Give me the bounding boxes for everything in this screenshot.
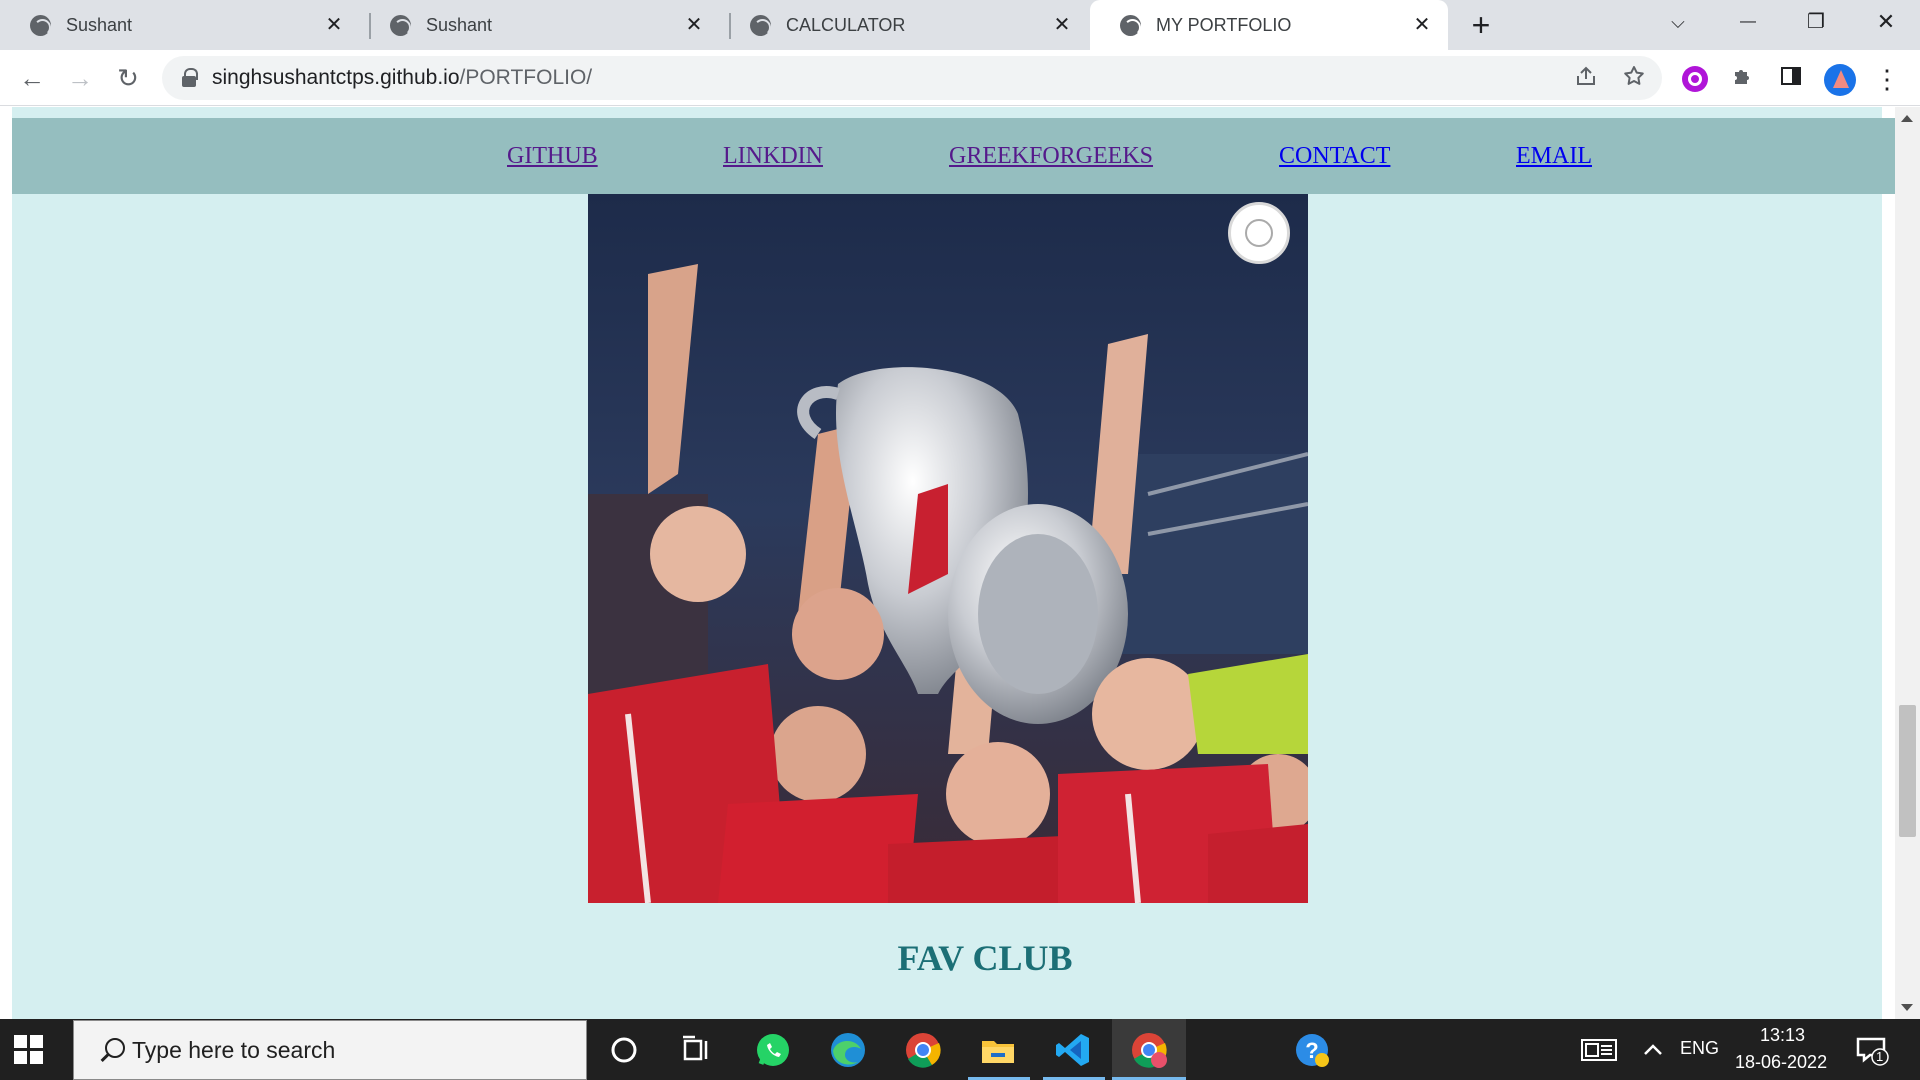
notification-count: 1	[1876, 1049, 1884, 1064]
nav-link-contact[interactable]: CONTACT	[1279, 118, 1390, 194]
search-icon	[96, 1036, 126, 1066]
tab-sushant-1[interactable]: Sushant ✕	[0, 0, 360, 50]
globe-icon	[390, 14, 411, 36]
new-tab-button[interactable]: +	[1464, 8, 1498, 42]
nav-link-greekforgeeks[interactable]: GREEKFORGEEKS	[949, 118, 1153, 194]
back-button[interactable]: ←	[14, 60, 50, 96]
url-domain: singhsushantctps.github.io	[212, 66, 460, 89]
side-panel-icon[interactable]	[1776, 64, 1806, 94]
fav-club-heading: FAV CLUB	[897, 938, 1073, 978]
tab-calculator[interactable]: CALCULATOR ✕	[720, 0, 1088, 50]
windows-taskbar: Type here to search ? ENG 13:13 18-06-20…	[0, 1019, 1920, 1080]
tab-strip: Sushant ✕ Sushant ✕ CALCULATOR ✕ MY PORT…	[0, 0, 1920, 50]
nav-link-linkdin[interactable]: LINKDIN	[723, 118, 823, 194]
scroll-up-arrow[interactable]	[1901, 115, 1913, 122]
chrome-icon[interactable]	[902, 1029, 944, 1071]
forward-button[interactable]: →	[62, 60, 98, 96]
reload-button[interactable]: ↻	[110, 60, 146, 96]
cortana-icon[interactable]	[603, 1029, 645, 1071]
restore-button[interactable]: ❐	[1786, 0, 1846, 44]
url-text[interactable]: singhsushantctps.github.io/PORTFOLIO/	[212, 56, 592, 100]
url-path: /PORTFOLIO/	[459, 66, 593, 89]
nav-link-github[interactable]: GITHUB	[507, 118, 598, 194]
menu-icon[interactable]: ⋮	[1872, 64, 1902, 94]
club-logo-icon	[1228, 202, 1290, 264]
globe-icon	[30, 14, 51, 36]
help-icon[interactable]: ?	[1291, 1029, 1333, 1071]
scroll-thumb[interactable]	[1899, 705, 1916, 837]
window-close-button[interactable]: ✕	[1856, 0, 1916, 44]
puzzle-icon[interactable]	[1728, 64, 1758, 94]
tab-title: MY PORTFOLIO	[1156, 14, 1292, 35]
tab-search-button[interactable]: ⌵	[1648, 0, 1708, 44]
globe-icon	[750, 14, 771, 36]
file-explorer-icon[interactable]	[977, 1029, 1019, 1071]
keyboard-layout-icon[interactable]	[1578, 1029, 1620, 1071]
search-placeholder: Type here to search	[132, 1037, 336, 1063]
scroll-down-arrow[interactable]	[1901, 1004, 1913, 1011]
edge-icon[interactable]	[827, 1029, 869, 1071]
page-scrollbar[interactable]	[1895, 107, 1920, 1019]
clock-time[interactable]: 13:13	[1760, 1025, 1805, 1046]
purple-extension-icon[interactable]	[1682, 66, 1708, 92]
tab-my-portfolio[interactable]: MY PORTFOLIO ✕	[1090, 0, 1448, 50]
tab-title: CALCULATOR	[786, 14, 906, 35]
globe-icon	[1120, 14, 1141, 36]
windows-start-icon[interactable]	[14, 1035, 44, 1065]
close-tab-icon[interactable]: ✕	[682, 13, 706, 37]
profile-avatar[interactable]	[1824, 64, 1856, 96]
taskbar-search-box[interactable]: Type here to search	[73, 1020, 587, 1080]
chrome-active-icon[interactable]	[1128, 1029, 1170, 1071]
whatsapp-icon[interactable]	[752, 1029, 794, 1071]
tab-sushant-2[interactable]: Sushant ✕	[360, 0, 720, 50]
close-tab-icon[interactable]: ✕	[1050, 13, 1074, 37]
bookmark-star-icon[interactable]	[1620, 64, 1648, 92]
chevron-up-icon[interactable]	[1632, 1029, 1674, 1071]
language-indicator[interactable]: ENG	[1680, 1038, 1719, 1059]
close-tab-icon[interactable]: ✕	[1410, 13, 1434, 37]
tab-title: Sushant	[426, 14, 493, 35]
nav-link-email[interactable]: EMAIL	[1516, 118, 1592, 194]
task-view-icon[interactable]	[675, 1029, 717, 1071]
address-bar[interactable]: singhsushantctps.github.io/PORTFOLIO/	[162, 56, 1662, 100]
site-navbar: GITHUB LINKDIN GREEKFORGEEKS CONTACT EMA…	[12, 118, 1895, 194]
close-tab-icon[interactable]: ✕	[322, 13, 346, 37]
clock-date[interactable]: 18-06-2022	[1735, 1052, 1827, 1073]
trophy-celebration-photo	[588, 194, 1308, 903]
page-viewport: GITHUB LINKDIN GREEKFORGEEKS CONTACT EMA…	[0, 107, 1920, 1019]
browser-toolbar: ← → ↻ singhsushantctps.github.io/PORTFOL…	[0, 50, 1920, 106]
share-icon[interactable]	[1572, 64, 1600, 92]
lock-icon[interactable]	[182, 68, 198, 88]
club-celebration-image	[588, 194, 1308, 903]
minimize-button[interactable]: —	[1718, 0, 1778, 44]
vscode-icon[interactable]	[1052, 1029, 1094, 1071]
tab-title: Sushant	[66, 14, 133, 35]
notification-icon[interactable]	[1850, 1029, 1892, 1071]
